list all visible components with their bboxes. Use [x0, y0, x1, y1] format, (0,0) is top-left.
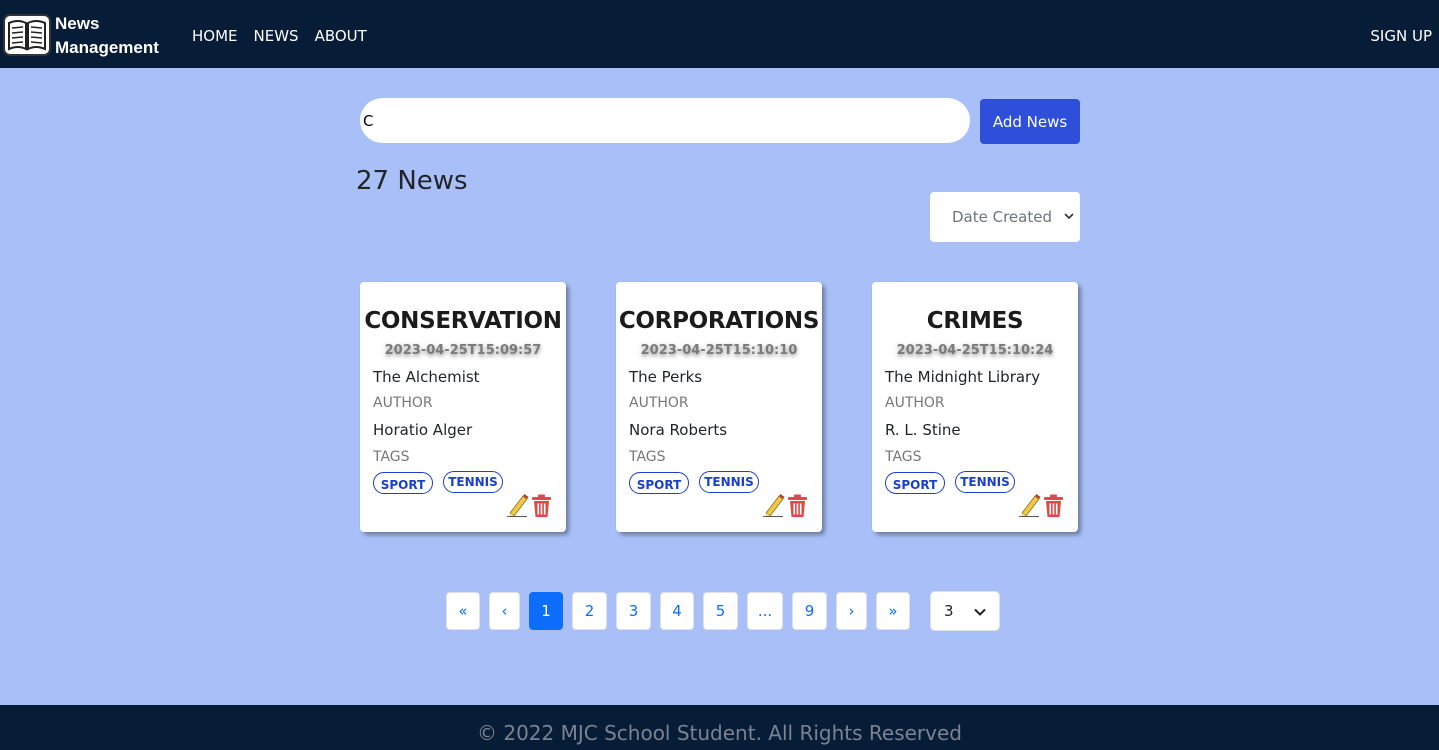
page-size-value: 3 [944, 602, 954, 620]
page-first-button[interactable]: « [446, 592, 480, 630]
page-9-button[interactable]: 9 [792, 592, 827, 630]
card-tags-label: TAGS [373, 449, 410, 465]
trash-delete-icon[interactable] [531, 494, 552, 518]
card-author-label: AUTHOR [629, 395, 689, 411]
chevron-down-icon [974, 608, 986, 616]
card-news-name: The Midnight Library [885, 368, 1041, 386]
brand-line-1: News [55, 14, 100, 33]
open-book-icon[interactable] [3, 13, 51, 57]
sign-up-link[interactable]: SIGN UP [1370, 27, 1432, 45]
nav-links: HOME NEWS ABOUT [192, 27, 367, 45]
nav-home-link[interactable]: HOME [192, 27, 238, 45]
card-author: R. L. Stine [885, 421, 961, 439]
nav-about-link[interactable]: ABOUT [315, 27, 367, 45]
footer: © 2022 MJC School Student. All Rights Re… [0, 705, 1439, 750]
add-news-button[interactable]: Add News [980, 99, 1080, 144]
card-title: CRIMES [926, 308, 1024, 334]
tag-sport[interactable]: SPORT [629, 472, 689, 494]
pencil-edit-icon[interactable] [507, 493, 529, 517]
page-5-button[interactable]: 5 [703, 592, 738, 630]
search-input[interactable] [360, 98, 970, 143]
page-1-button[interactable]: 1 [529, 592, 563, 630]
nav-news-link[interactable]: NEWS [254, 27, 299, 45]
page-size-select[interactable]: 3 [930, 591, 1000, 631]
card-news-name: The Perks [629, 368, 703, 386]
page-4-button[interactable]: 4 [660, 592, 694, 630]
brand-line-2: Management [55, 38, 159, 57]
tag-sport[interactable]: SPORT [373, 472, 433, 494]
card-date: 2023-04-25T15:10:10 [640, 343, 798, 358]
card-tags-label: TAGS [629, 449, 666, 465]
tag-tennis[interactable]: TENNIS [443, 471, 503, 493]
navbar: News Management HOME NEWS ABOUT SIGN UP [0, 0, 1439, 68]
news-card[interactable]: CORPORATIONS 2023-04-25T15:10:10 The Per… [616, 282, 822, 532]
page-ellipsis-button[interactable]: ... [747, 592, 783, 630]
brand-name[interactable]: News Management [55, 12, 159, 60]
pencil-edit-icon[interactable] [763, 493, 785, 517]
news-count-title: 27 News [356, 166, 468, 196]
card-date: 2023-04-25T15:09:57 [384, 343, 542, 358]
card-title: CONSERVATION [364, 308, 562, 334]
tag-tennis[interactable]: TENNIS [955, 471, 1015, 493]
news-card[interactable]: CONSERVATION 2023-04-25T15:09:57 The Alc… [360, 282, 566, 532]
trash-delete-icon[interactable] [787, 494, 808, 518]
card-title: CORPORATIONS [618, 308, 820, 334]
news-card[interactable]: CRIMES 2023-04-25T15:10:24 The Midnight … [872, 282, 1078, 532]
card-news-name: The Alchemist [373, 368, 480, 386]
sort-select[interactable]: Date Created [930, 192, 1080, 242]
page-2-button[interactable]: 2 [572, 592, 607, 630]
sort-selected-value: Date Created [952, 208, 1052, 226]
footer-copyright: © 2022 MJC School Student. All Rights Re… [477, 721, 962, 745]
card-author-label: AUTHOR [885, 395, 945, 411]
card-author: Nora Roberts [629, 421, 728, 439]
page-prev-button[interactable]: ‹ [489, 592, 520, 630]
tag-tennis[interactable]: TENNIS [699, 471, 759, 493]
card-tags-label: TAGS [885, 449, 922, 465]
card-author-label: AUTHOR [373, 395, 433, 411]
chevron-down-icon [1064, 213, 1074, 220]
trash-delete-icon[interactable] [1043, 494, 1064, 518]
pencil-edit-icon[interactable] [1019, 493, 1041, 517]
card-date: 2023-04-25T15:10:24 [896, 343, 1054, 358]
page-last-button[interactable]: » [876, 592, 910, 630]
card-author: Horatio Alger [373, 421, 473, 439]
page-3-button[interactable]: 3 [616, 592, 651, 630]
tag-sport[interactable]: SPORT [885, 472, 945, 494]
page-next-button[interactable]: › [836, 592, 867, 630]
